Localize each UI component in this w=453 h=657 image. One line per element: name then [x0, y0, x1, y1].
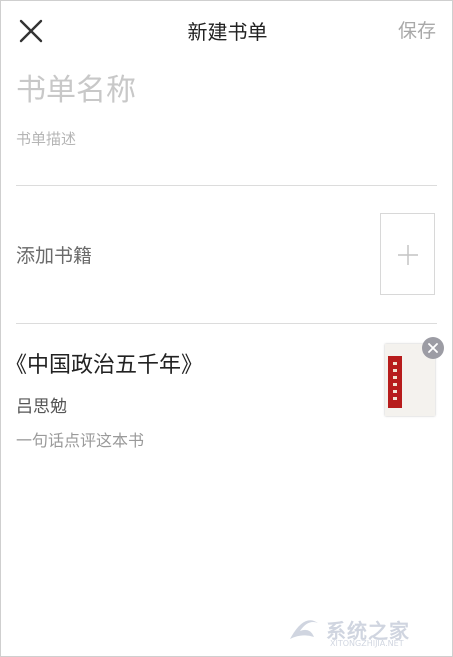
app-window: 新建书单 保存 添加书籍 《中国政治五千年》 吕思勉: [0, 0, 453, 657]
watermark-logo-icon: [290, 620, 318, 639]
booklist-name-input[interactable]: [16, 73, 436, 108]
watermark: 系统之家 XITONGZHIJIA.NET: [284, 609, 444, 649]
divider: [16, 323, 437, 324]
remove-icon: [428, 343, 438, 353]
booklist-description-input[interactable]: [16, 130, 436, 148]
book-title: 《中国政治五千年》: [5, 353, 204, 378]
divider: [16, 185, 437, 186]
remove-book-button[interactable]: [422, 337, 444, 359]
add-book-button[interactable]: [380, 213, 435, 295]
plus-icon: [398, 245, 418, 265]
book-author: 吕思勉: [16, 397, 67, 417]
book-cover-band: [388, 356, 402, 408]
top-bar: 新建书单 保存: [1, 1, 453, 61]
page-title: 新建书单: [187, 20, 268, 44]
save-button[interactable]: 保存: [398, 16, 436, 43]
watermark-url: XITONGZHIJIA.NET: [330, 639, 404, 648]
book-comment-input[interactable]: [16, 431, 316, 450]
add-books-label: 添加书籍: [16, 245, 93, 267]
